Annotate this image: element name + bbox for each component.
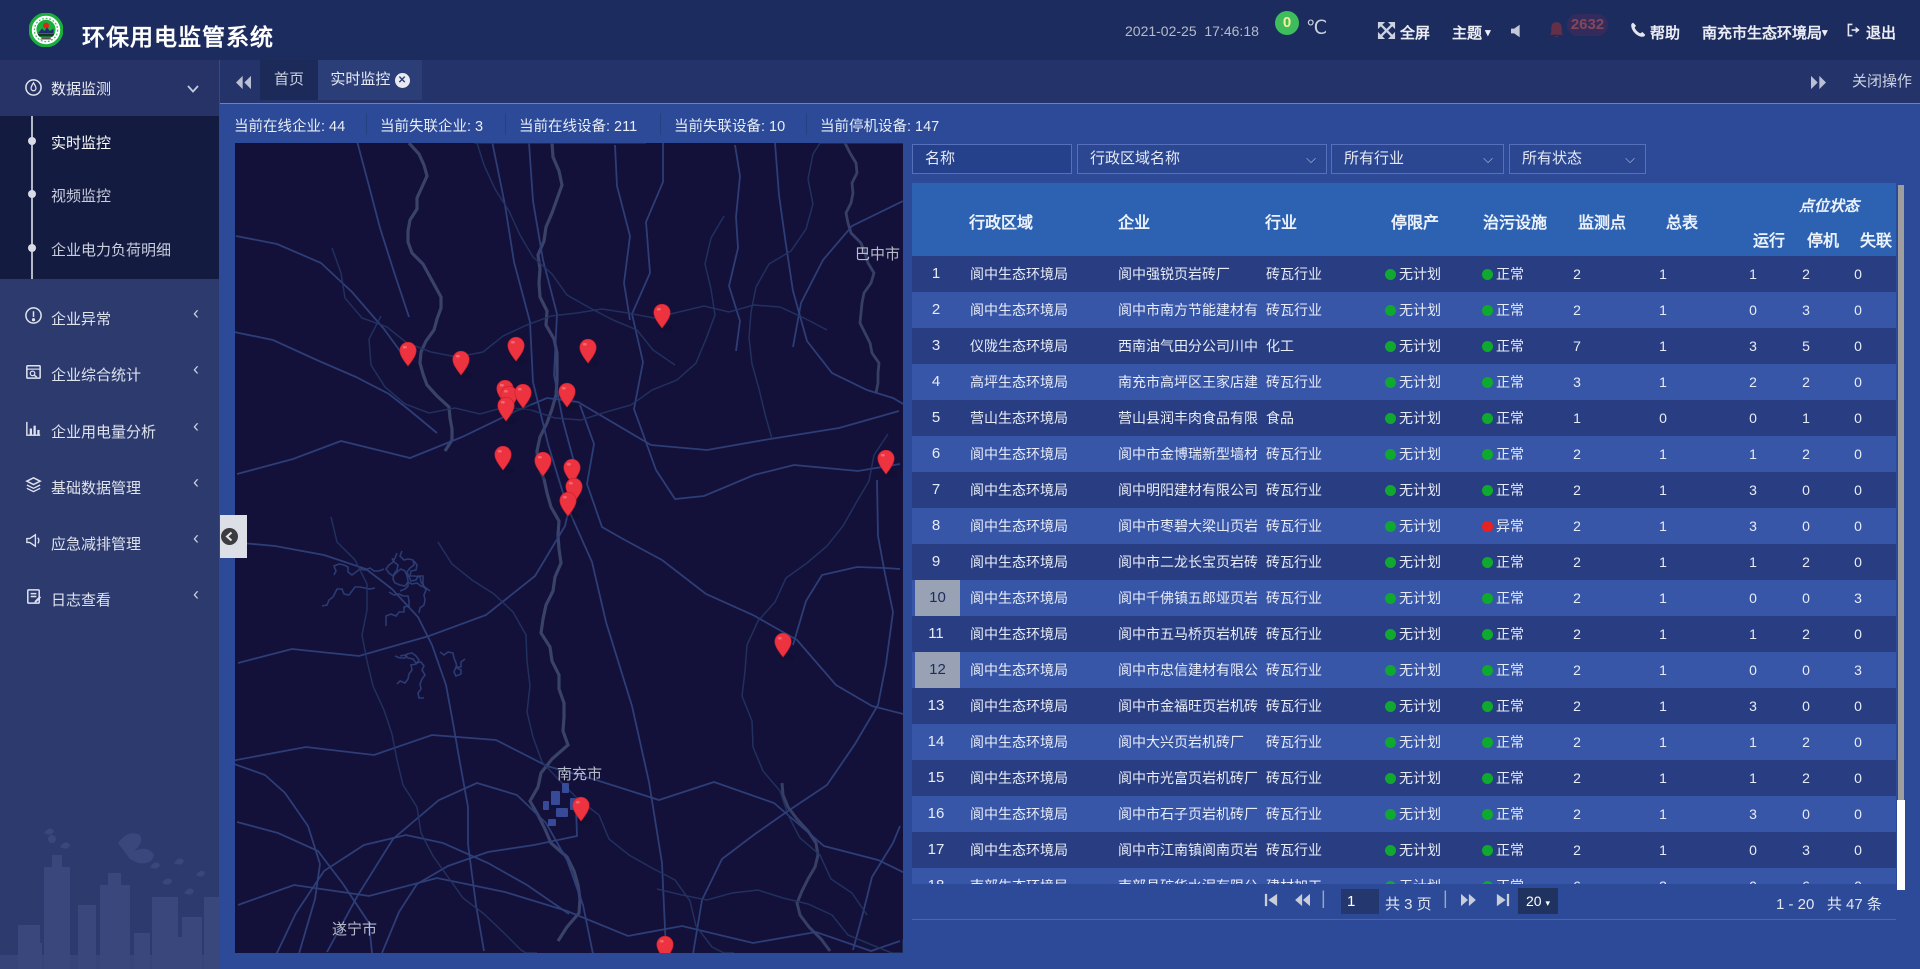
svg-text:巴中市: 巴中市 (855, 246, 900, 263)
svg-text:遂宁市: 遂宁市 (332, 921, 377, 938)
svg-text:南充市: 南充市 (557, 766, 602, 783)
